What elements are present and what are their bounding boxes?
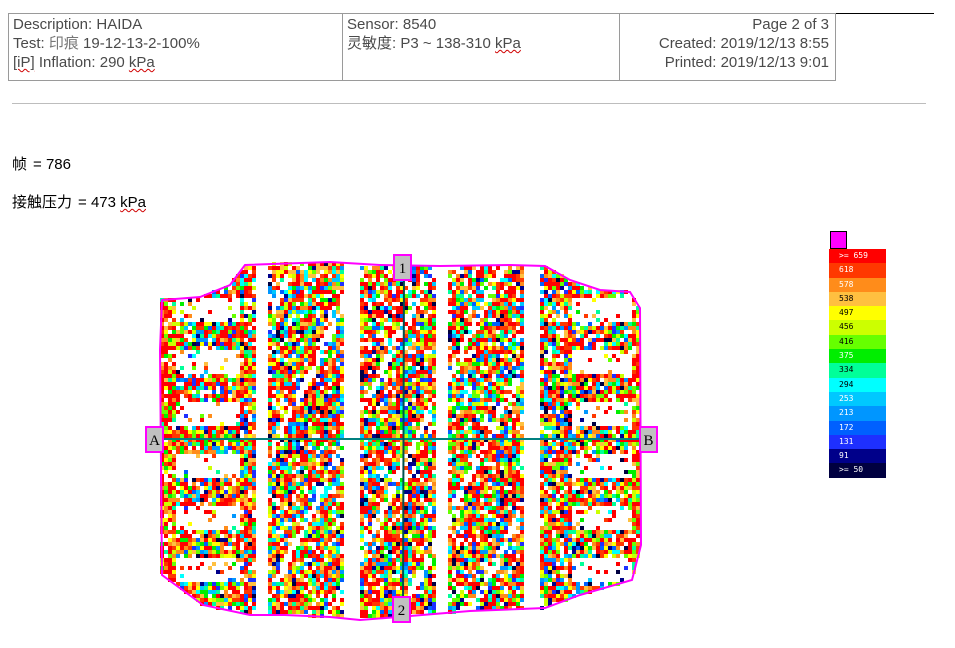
axis-1-2 [402,265,405,609]
marker-a[interactable]: A [145,426,164,453]
marker-1-label: 1 [399,261,407,277]
legend-item: 618 [829,263,886,278]
pressure-map[interactable]: A B 1 2 [0,0,955,648]
legend-item: 375 [829,349,886,364]
legend-item: 172 [829,420,886,435]
legend-item: >= 659 [829,249,886,264]
legend-item: 131 [829,434,886,450]
legend-item: 456 [829,320,886,335]
pressure-legend: >= 659 618 578 538 497 456 416 375 334 294 253 213 1… [829,249,886,478]
marker-2[interactable]: 2 [392,596,411,623]
legend-item: 538 [829,291,886,307]
legend-item: 213 [829,406,886,421]
legend-item: 91 [829,449,886,464]
marker-1[interactable]: 1 [393,254,412,281]
legend-item: >= 50 [829,463,886,478]
legend-item: 334 [829,363,886,378]
marker-b-label: B [643,433,653,449]
marker-2-label: 2 [398,603,406,619]
legend-item: 416 [829,334,886,350]
marker-a-label: A [149,433,160,449]
legend-item: 578 [829,277,886,292]
legend-item: 294 [829,377,886,392]
legend-item: 497 [829,306,886,321]
legend-item: 253 [829,391,886,407]
marker-b[interactable]: B [639,426,658,453]
legend-swatch-top [830,231,847,249]
